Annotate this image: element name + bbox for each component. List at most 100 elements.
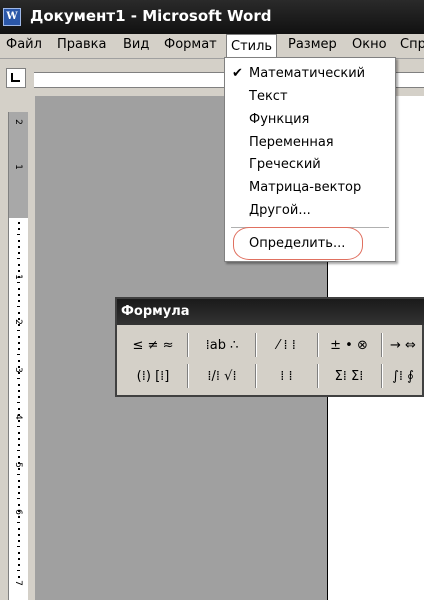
ruler-tick bbox=[18, 246, 20, 248]
menu-format[interactable]: Формат bbox=[164, 37, 217, 52]
ruler-tick bbox=[17, 426, 20, 427]
ruler-tick bbox=[18, 372, 20, 374]
ruler-number: 7 bbox=[13, 580, 23, 586]
ruler-tick bbox=[18, 444, 20, 446]
ruler-tick bbox=[18, 468, 20, 470]
ruler-tick bbox=[17, 522, 20, 523]
ruler-tick bbox=[18, 342, 20, 344]
title-bar: W Документ1 - Microsoft Word bbox=[0, 0, 424, 34]
toolbar-separator bbox=[317, 333, 318, 357]
ruler-tick bbox=[17, 450, 20, 451]
ruler-tick bbox=[18, 558, 20, 560]
ruler-tick bbox=[18, 486, 20, 488]
ruler-tick bbox=[17, 306, 20, 307]
ruler-tick bbox=[18, 360, 20, 362]
ruler-tick bbox=[18, 390, 20, 392]
ruler-tick bbox=[18, 564, 20, 566]
tab-selector[interactable] bbox=[6, 68, 26, 88]
ruler-tick bbox=[18, 300, 20, 302]
ruler-tick bbox=[18, 462, 20, 464]
menu-item-math[interactable]: Математический bbox=[249, 66, 365, 81]
toolbar-separator bbox=[255, 364, 256, 388]
ruler-tick bbox=[17, 330, 20, 331]
ruler-tick bbox=[18, 276, 20, 278]
ruler-tick bbox=[17, 546, 20, 547]
ruler-tick bbox=[18, 396, 20, 398]
ruler-tick bbox=[17, 282, 20, 283]
check-mark-icon: ✔ bbox=[232, 66, 243, 81]
menu-item-function[interactable]: Функция bbox=[249, 112, 309, 127]
ruler-tick bbox=[18, 534, 20, 536]
ruler-tick bbox=[18, 504, 20, 506]
ruler-tick bbox=[18, 456, 20, 458]
window-title: Документ1 - Microsoft Word bbox=[30, 7, 272, 25]
menu-window[interactable]: Окно bbox=[352, 37, 387, 52]
ruler-tick bbox=[17, 498, 20, 499]
menu-view[interactable]: Вид bbox=[123, 37, 149, 52]
menu-help[interactable]: Спр bbox=[400, 37, 424, 52]
ruler-tick bbox=[18, 540, 20, 542]
ruler-tick bbox=[17, 474, 20, 475]
fractions-radicals-button[interactable]: ⁞/⁞ √⁞ bbox=[191, 363, 253, 389]
toolbar-separator bbox=[317, 364, 318, 388]
ruler-tick bbox=[17, 354, 20, 355]
embellishments-button[interactable]: ⁄ ⁞ ⁞ bbox=[259, 332, 314, 358]
ruler-tick bbox=[18, 384, 20, 386]
ruler-tick bbox=[18, 492, 20, 494]
ruler-tick bbox=[18, 438, 20, 440]
ruler-tick bbox=[18, 528, 20, 530]
ruler-tick bbox=[18, 432, 20, 434]
ruler-tick bbox=[17, 570, 20, 571]
ruler-tick bbox=[18, 270, 20, 272]
ruler-tick bbox=[18, 414, 20, 416]
toolbar-separator bbox=[187, 333, 188, 357]
menu-style[interactable]: Стиль bbox=[226, 34, 278, 57]
ruler-tick bbox=[18, 408, 20, 410]
toolbar-separator bbox=[187, 364, 188, 388]
vertical-ruler[interactable]: 2 1 1 2 3 4 5 6 7 bbox=[8, 112, 28, 600]
integrals-button[interactable]: ∫⁞ ∮ bbox=[383, 363, 423, 389]
subscript-superscript-button[interactable]: ⁞ ⁞ bbox=[259, 363, 314, 389]
menu-file[interactable]: Файл bbox=[6, 37, 42, 52]
menu-size[interactable]: Размер bbox=[288, 37, 337, 52]
ruler-tick bbox=[18, 348, 20, 350]
ruler-tick bbox=[17, 402, 20, 403]
toolbar-separator bbox=[381, 364, 382, 388]
toolbar-separator bbox=[255, 333, 256, 357]
spaces-ellipses-button[interactable]: ⁞ab ∴ bbox=[191, 332, 253, 358]
ruler-tick bbox=[18, 510, 20, 512]
relations-button[interactable]: ≤ ≠ ≈ bbox=[123, 332, 183, 358]
ruler-tick bbox=[18, 366, 20, 368]
menu-item-greek[interactable]: Греческий bbox=[249, 157, 321, 172]
menu-edit[interactable]: Правка bbox=[57, 37, 106, 52]
formula-toolbar-titlebar[interactable]: Формула bbox=[117, 299, 424, 325]
menu-item-matrix-vector[interactable]: Матрица-вектор bbox=[249, 180, 361, 195]
ruler-number: 2 bbox=[13, 119, 23, 125]
operators-button[interactable]: ± • ⊗ bbox=[320, 332, 378, 358]
menu-item-other[interactable]: Другой... bbox=[249, 203, 311, 218]
formula-toolbar-title: Формула bbox=[121, 304, 190, 319]
ruler-tick bbox=[18, 420, 20, 422]
menu-item-variable[interactable]: Переменная bbox=[249, 135, 334, 150]
ruler-tick bbox=[18, 294, 20, 296]
summations-button[interactable]: Σ⁞ Σ⁞ bbox=[320, 363, 378, 389]
menu-item-text[interactable]: Текст bbox=[249, 89, 288, 104]
ruler-tick bbox=[18, 252, 20, 254]
ruler-tick bbox=[18, 480, 20, 482]
fences-button[interactable]: (⁞) [⁞] bbox=[123, 363, 183, 389]
menu-bar: Файл Правка Вид Формат Стиль Размер Окно… bbox=[0, 34, 424, 59]
ruler-number: 1 bbox=[13, 164, 23, 170]
ruler-tick bbox=[18, 318, 20, 320]
arrows-button[interactable]: → ⇔ bbox=[383, 332, 423, 358]
ruler-tick bbox=[18, 264, 20, 266]
highlight-annotation bbox=[233, 227, 363, 260]
ruler-tick bbox=[18, 336, 20, 338]
word-app-icon[interactable]: W bbox=[3, 8, 21, 26]
ruler-tick bbox=[18, 228, 20, 230]
ruler-tick bbox=[18, 516, 20, 518]
ruler-tick bbox=[17, 234, 20, 235]
formula-toolbar[interactable]: Формула ≤ ≠ ≈ ⁞ab ∴ ⁄ ⁞ ⁞ ± • ⊗ → ⇔ (⁞) … bbox=[115, 297, 424, 397]
ruler-tick bbox=[18, 576, 20, 578]
toolbar-separator bbox=[381, 333, 382, 357]
ruler-tick bbox=[18, 312, 20, 314]
